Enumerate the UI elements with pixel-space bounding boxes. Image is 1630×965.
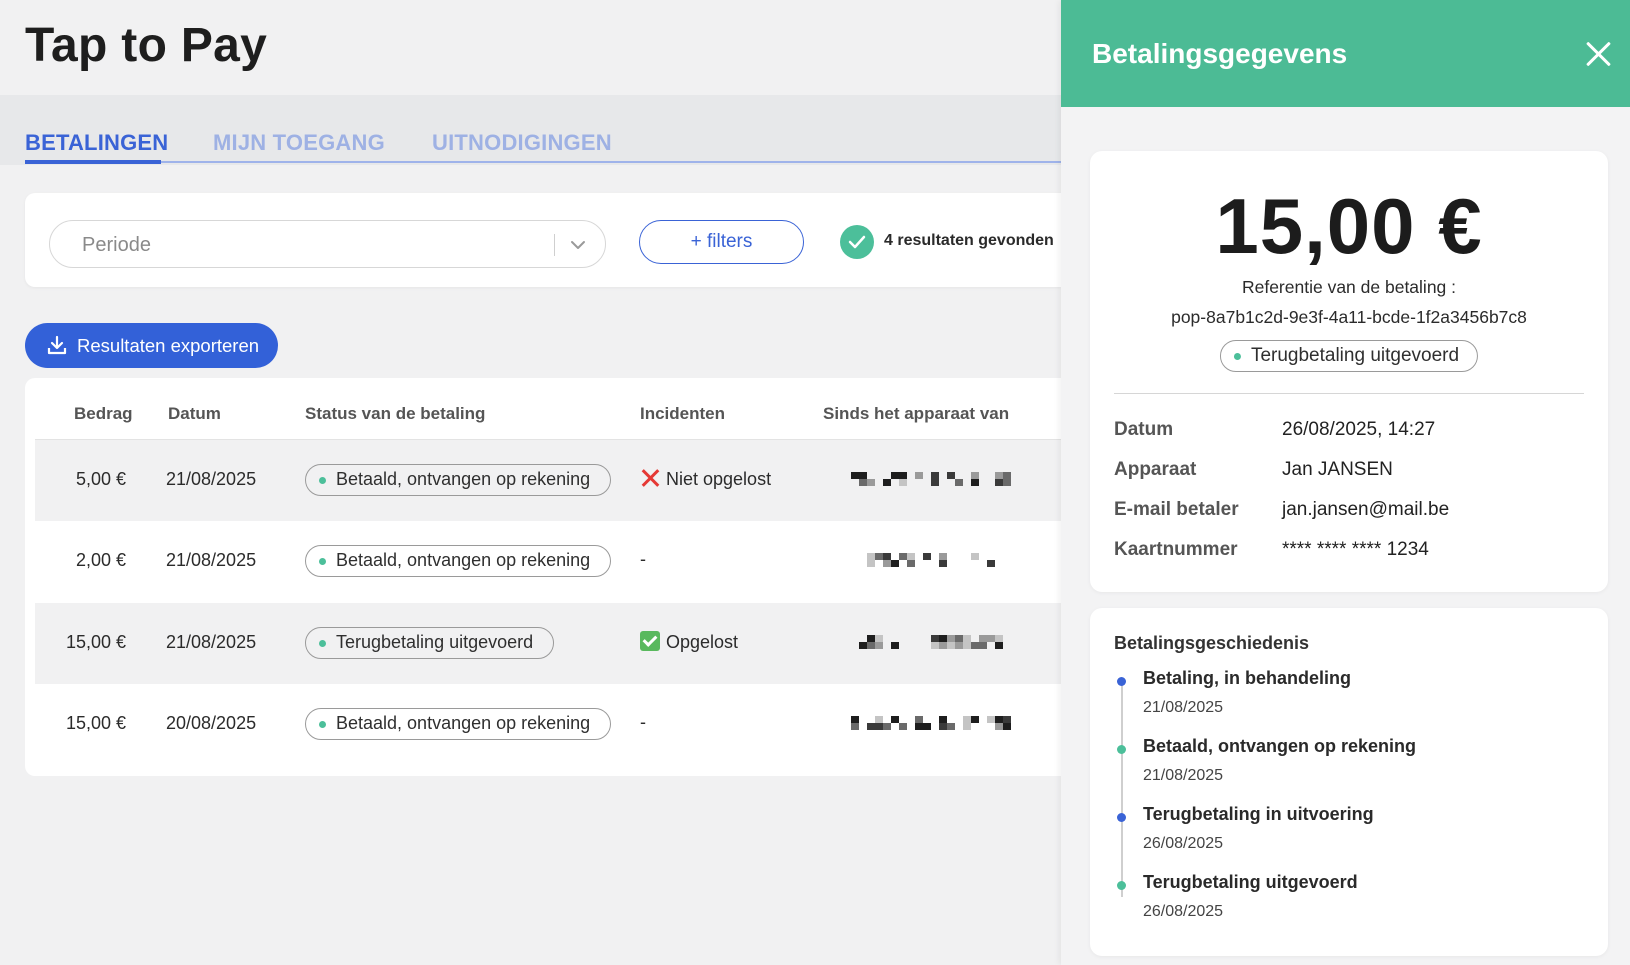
incident-cell: -	[640, 549, 646, 570]
column-header-datum[interactable]: Datum	[168, 404, 221, 424]
timeline-dot	[1117, 677, 1126, 686]
detail-divider	[1114, 393, 1584, 394]
close-icon[interactable]	[1582, 38, 1614, 70]
tab-uitnodigingen[interactable]: UITNODIGINGEN	[432, 130, 612, 156]
detail-value-apparaat: Jan JANSEN	[1282, 459, 1393, 480]
amount-cell: 2,00 €	[75, 550, 126, 570]
tab-bar: BETALINGEN MIJN TOEGANG UITNODIGINGEN	[0, 95, 1061, 165]
table-row[interactable]: 5,00 € 21/08/2025 Betaald, ontvangen op …	[35, 440, 1061, 521]
detail-value-email: jan.jansen@mail.be	[1282, 499, 1450, 520]
detail-label-kaartnummer: Kaartnummer	[1114, 539, 1238, 560]
select-separator	[554, 234, 555, 256]
column-header-bedrag[interactable]: Bedrag	[74, 404, 133, 424]
history-event-date: 26/08/2025	[1143, 835, 1224, 852]
amount-cell: 5,00 €	[75, 469, 126, 489]
incident-label: Niet opgelost	[666, 469, 772, 489]
incident-label: -	[640, 549, 646, 569]
pixelated-device-name	[851, 472, 1011, 488]
reference-value: pop-8a7b1c2d-9e3f-4a11-bcde-1f2a3456b7c8	[1171, 307, 1527, 327]
detail-label-apparaat: Apparaat	[1114, 459, 1197, 480]
tab-mijn-toegang[interactable]: MIJN TOEGANG	[213, 130, 385, 156]
pixelated-device-name	[851, 635, 1011, 651]
date-cell: 21/08/2025	[166, 469, 257, 489]
incident-cell: -	[640, 712, 646, 733]
drawer-title: Betalingsgegevens	[1092, 38, 1348, 69]
export-results-button[interactable]: Resultaten exporteren	[25, 323, 278, 368]
period-placeholder: Periode	[82, 234, 151, 256]
status-badge: Betaald, ontvangen op rekening	[305, 464, 612, 496]
filters-button[interactable]: + filters	[639, 220, 804, 264]
tab-betalingen[interactable]: BETALINGEN	[25, 130, 168, 156]
detail-value-kaartnummer: **** **** **** 1234	[1282, 539, 1429, 560]
status-badge: Terugbetaling uitgevoerd	[305, 627, 555, 659]
column-header-incidenten[interactable]: Incidenten	[640, 404, 725, 424]
download-icon	[47, 335, 67, 355]
pixelated-device-name	[851, 716, 1011, 732]
chevron-down-icon[interactable]	[567, 234, 589, 256]
red-cross-icon	[640, 468, 660, 488]
status-badge: Betaald, ontvangen op rekening	[305, 545, 612, 577]
history-event-title: Terugbetaling uitgevoerd	[1143, 872, 1358, 892]
period-select[interactable]: Periode	[49, 220, 606, 268]
status-badge: Terugbetaling uitgevoerd	[1219, 340, 1479, 372]
amount-cell: 15,00 €	[65, 632, 126, 652]
detail-label-email: E-mail betaler	[1114, 499, 1239, 520]
history-event-date: 21/08/2025	[1143, 699, 1224, 716]
filter-card: Periode + filters 4 resultaten gevonden	[25, 193, 1061, 287]
date-cell: 21/08/2025	[166, 550, 257, 570]
export-label: Resultaten exporteren	[77, 335, 260, 356]
incident-label: Opgelost	[666, 632, 739, 652]
date-cell: 20/08/2025	[166, 713, 257, 733]
detail-value-datum: 26/08/2025, 14:27	[1282, 419, 1436, 440]
history-event-date: 21/08/2025	[1143, 767, 1224, 784]
pixelated-device-name	[851, 553, 1011, 569]
check-circle-icon	[840, 225, 874, 259]
incident-cell: Niet opgelost	[640, 468, 771, 490]
timeline-line	[1121, 681, 1123, 897]
results-count: 4 resultaten gevonden	[884, 232, 1054, 249]
payment-amount: 15,00 €	[1215, 182, 1483, 270]
history-event-title: Betaling, in behandeling	[1143, 668, 1352, 688]
incident-label: -	[640, 712, 646, 732]
history-event-title: Terugbetaling in uitvoering	[1143, 804, 1374, 824]
incident-cell: Opgelost	[640, 631, 738, 653]
amount-cell: 15,00 €	[65, 713, 126, 733]
column-header-status[interactable]: Status van de betaling	[305, 404, 485, 424]
tab-divider	[25, 161, 1061, 163]
page-title: Tap to Pay	[25, 19, 268, 72]
drawer-header: Betalingsgegevens	[1061, 0, 1630, 107]
table-row[interactable]: 15,00 € 21/08/2025 Terugbetaling uitgevo…	[35, 603, 1061, 684]
payments-table: Bedrag Datum Status van de betaling Inci…	[25, 378, 1061, 776]
active-tab-indicator	[25, 160, 161, 164]
history-event-title: Betaald, ontvangen op rekening	[1143, 736, 1417, 756]
history-title: Betalingsgeschiedenis	[1114, 633, 1310, 653]
timeline-dot	[1117, 881, 1126, 890]
reference-label: Referentie van de betaling :	[1241, 277, 1457, 297]
timeline-dot	[1117, 813, 1126, 822]
timeline-dot	[1117, 745, 1126, 754]
payment-details-drawer: Betalingsgegevens 15,00 € Referentie van…	[1061, 0, 1630, 965]
green-check-icon	[640, 631, 660, 651]
detail-label-datum: Datum	[1114, 419, 1174, 440]
payment-detail-card: 15,00 € Referentie van de betaling : pop…	[1090, 151, 1608, 592]
table-row[interactable]: 15,00 € 20/08/2025 Betaald, ontvangen op…	[35, 684, 1061, 765]
date-cell: 21/08/2025	[166, 632, 257, 652]
table-row[interactable]: 2,00 € 21/08/2025 Betaald, ontvangen op …	[35, 521, 1061, 602]
column-header-apparaat[interactable]: Sinds het apparaat van	[823, 404, 1009, 424]
history-event-date: 26/08/2025	[1143, 903, 1224, 920]
status-badge: Betaald, ontvangen op rekening	[305, 708, 612, 740]
payment-history-card: Betalingsgeschiedenis Betaling, in behan…	[1090, 608, 1608, 956]
